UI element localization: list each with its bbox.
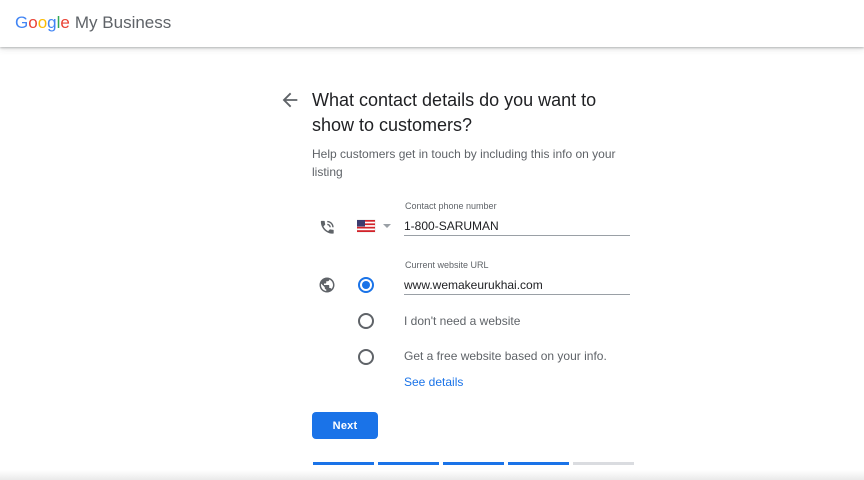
website-field-label: Current website URL — [405, 260, 489, 270]
page-subtitle: Help customers get in touch by including… — [312, 147, 616, 179]
progress-segment — [508, 462, 569, 465]
no-website-label[interactable]: I don't need a website — [404, 314, 520, 328]
logo-letter: e — [60, 13, 70, 32]
us-flag-icon — [356, 219, 391, 233]
app-header: Google My Business — [0, 0, 864, 47]
progress-segment — [313, 462, 374, 465]
next-button[interactable]: Next — [312, 412, 378, 439]
free-website-label[interactable]: Get a free website based on your info. — [404, 349, 607, 363]
progress-segment — [443, 462, 504, 465]
back-button[interactable] — [279, 89, 301, 111]
globe-icon — [319, 277, 335, 293]
radio-no-website[interactable] — [358, 313, 374, 329]
logo-letter: G — [15, 13, 29, 32]
see-details-link[interactable]: See details — [404, 375, 463, 389]
google-my-business-logo[interactable]: Google My Business — [15, 13, 171, 33]
page-title: What contact details do you want to show… — [312, 90, 597, 135]
progress-bar — [313, 462, 634, 465]
country-code-select[interactable] — [356, 219, 395, 233]
progress-segment — [573, 462, 634, 465]
phone-number-input[interactable] — [404, 216, 630, 236]
google-wordmark: Google — [15, 13, 70, 32]
progress-segment — [378, 462, 439, 465]
arrow-left-icon — [282, 92, 298, 108]
radio-free-website[interactable] — [358, 349, 374, 365]
radio-current-website[interactable] — [358, 277, 374, 293]
logo-letter: o — [37, 13, 48, 32]
product-name: My Business — [74, 13, 172, 32]
phone-field-label: Contact phone number — [405, 201, 497, 211]
phone-icon — [320, 220, 334, 234]
logo-letter: g — [47, 13, 57, 32]
logo-letter: o — [28, 13, 38, 32]
bottom-edge-shadow — [0, 470, 864, 480]
website-url-input[interactable] — [404, 275, 630, 295]
